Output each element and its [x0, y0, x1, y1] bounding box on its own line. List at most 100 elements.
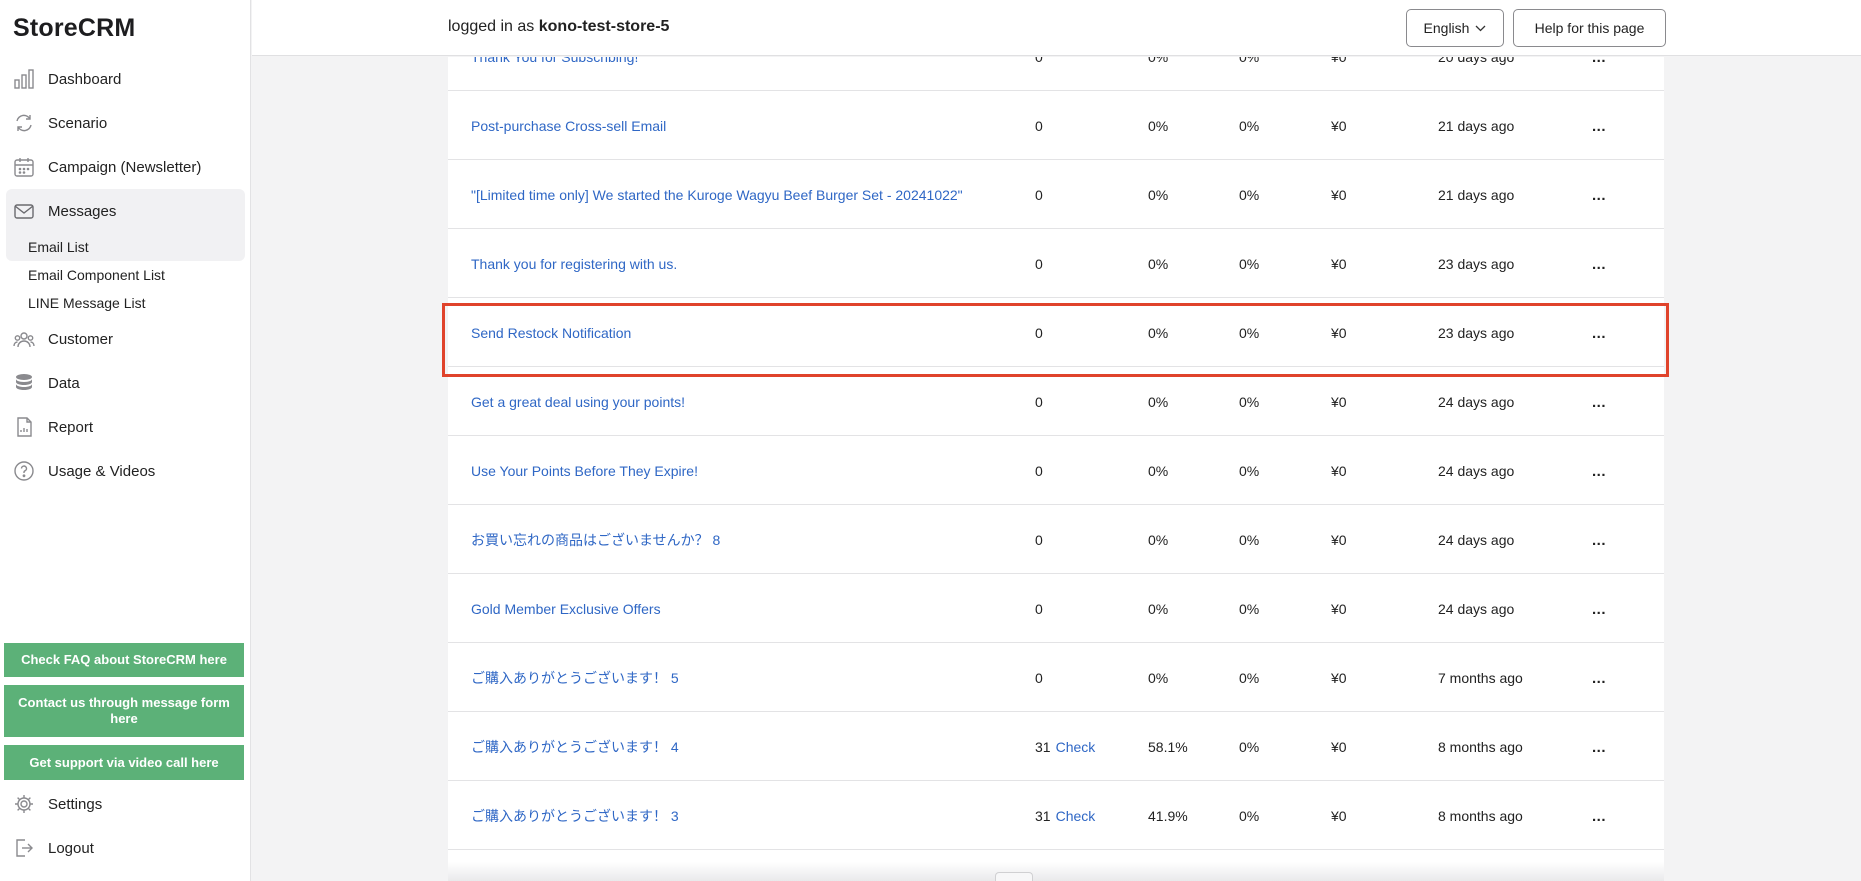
more-actions-button[interactable]: ...: [1592, 57, 1606, 91]
sent-count: 0: [1035, 57, 1043, 65]
logged-in-prefix: logged in as: [448, 18, 535, 35]
more-actions-button[interactable]: ...: [1592, 643, 1606, 712]
more-actions-button[interactable]: ...: [1592, 298, 1606, 367]
sidebar-item-data[interactable]: Data: [0, 361, 251, 405]
email-name-link[interactable]: Gold Member Exclusive Offers: [471, 574, 661, 643]
document-icon: [17, 417, 32, 437]
sidebar-item-settings[interactable]: Settings: [0, 782, 251, 826]
email-name-link[interactable]: ご購入ありがとうございます！ 3: [471, 781, 679, 850]
email-name-link[interactable]: Thank You for Subscribing!: [471, 57, 638, 91]
updated-date: 8 months ago: [1438, 738, 1523, 755]
sidebar-item-label: Usage & Videos: [48, 462, 156, 480]
store-name: kono-test-store-5: [538, 18, 670, 35]
sent-count-cell: 0: [1035, 57, 1043, 91]
table-row[interactable]: Gold Member Exclusive Offers 0 0% 0% ¥0 24 da…: [448, 574, 1664, 643]
table-row[interactable]: Send Restock Notification 0 0% 0% ¥0 23 days …: [448, 298, 1664, 367]
more-actions-button[interactable]: ...: [1592, 436, 1606, 505]
updated-date: 20 days ago: [1438, 57, 1514, 91]
revenue: ¥0: [1331, 117, 1347, 134]
subnav-item-email-component-list[interactable]: Email Component List: [0, 261, 251, 289]
table-row[interactable]: ご購入ありがとうございます！ 5 0 0% 0% ¥0 7 months ago...: [448, 643, 1664, 712]
email-name-link[interactable]: Post-purchase Cross-sell Email: [471, 91, 666, 160]
sent-count-cell: 31 Check: [1035, 712, 1095, 781]
sidebar-item-report[interactable]: Report: [0, 405, 251, 449]
sidebar-settings-container: Settings: [0, 782, 251, 826]
table-row[interactable]: ご購入ありがとうございます！ 3 31 Check 41.9% 0% ¥0 8 months…: [448, 781, 1664, 850]
table-row[interactable]: お買い忘れの商品はございませんか？ 8 0 0% 0% ¥0 24 days ago...: [448, 505, 1664, 574]
email-name-link[interactable]: お買い忘れの商品はございませんか？ 8: [471, 505, 720, 574]
table-row[interactable]: Get a great deal using your points! 0 0% 0%…: [448, 367, 1664, 436]
contact-form-button[interactable]: Contact us through message form here: [4, 685, 244, 737]
video-call-support-button[interactable]: Get support via video call here: [4, 745, 244, 780]
chevron-down-icon: [1475, 25, 1486, 31]
sidebar-item-messages[interactable]: Messages: [6, 189, 245, 233]
more-actions-button[interactable]: ...: [1592, 229, 1606, 298]
more-actions-button[interactable]: ...: [1592, 505, 1606, 574]
open-rate: 0%: [1148, 462, 1169, 479]
sent-count-cell: 0: [1035, 160, 1043, 229]
table-row[interactable]: Thank you for registering with us. 0 0% 0% ¥…: [448, 229, 1664, 298]
table-row[interactable]: Post-purchase Cross-sell Email 0 0% 0% ¥0 21 …: [448, 91, 1664, 160]
sent-count-cell: 0: [1035, 436, 1043, 505]
email-name-link[interactable]: Use Your Points Before They Expire!: [471, 436, 698, 505]
sidebar-item-usage-videos[interactable]: Usage & Videos: [0, 449, 251, 493]
updated-date: 24 days ago: [1438, 462, 1515, 479]
database-icon: [16, 374, 32, 390]
more-actions-button[interactable]: ...: [1592, 574, 1606, 643]
sidebar-item-label: Logout: [48, 839, 94, 857]
more-actions-button[interactable]: ...: [1592, 781, 1606, 850]
revenue: ¥0: [1331, 255, 1347, 272]
messages-subnav: Email List Email Component List LINE Mes…: [0, 233, 251, 317]
sidebar-item-label: Data: [48, 374, 80, 392]
updated-date: 23 days ago: [1438, 324, 1515, 341]
email-name-link[interactable]: Thank you for registering with us.: [471, 229, 677, 298]
sidebar-item-customer[interactable]: Customer: [0, 317, 251, 361]
sidebar-item-label: Dashboard: [48, 70, 122, 88]
email-name-link[interactable]: Get a great deal using your points!: [471, 367, 685, 436]
sent-count: 0: [1035, 600, 1043, 617]
refresh-icon: [16, 114, 32, 132]
subnav-item-email-list[interactable]: Email List: [6, 233, 245, 261]
help-button[interactable]: Help for this page: [1513, 9, 1666, 47]
email-name-link[interactable]: ご購入ありがとうございます！ 5: [471, 643, 679, 712]
sidebar-item-campaign[interactable]: Campaign (Newsletter): [0, 145, 251, 189]
more-actions-button[interactable]: ...: [1592, 160, 1606, 229]
more-actions-button[interactable]: ...: [1592, 712, 1606, 781]
email-name-link[interactable]: "[Limited time only] We started the Kuro…: [471, 160, 963, 229]
sidebar-item-label: Messages: [48, 202, 117, 220]
click-rate: 0%: [1239, 531, 1260, 548]
subnav-item-line-message-list[interactable]: LINE Message List: [0, 289, 251, 317]
sidebar-item-dashboard[interactable]: Dashboard: [0, 57, 251, 101]
more-actions-button[interactable]: ...: [1592, 91, 1606, 160]
table-row[interactable]: ご購入ありがとうございます！ 4 31 Check 58.1% 0% ¥0 8 months…: [448, 712, 1664, 781]
sidebar-item-label: Campaign (Newsletter): [48, 158, 202, 176]
updated-date: 24 days ago: [1438, 393, 1515, 410]
scroll-handle[interactable]: [995, 872, 1033, 881]
mail-icon: [14, 204, 34, 219]
open-rate: 0%: [1148, 186, 1169, 203]
more-actions-button[interactable]: ...: [1592, 367, 1606, 436]
bar-chart-icon: [14, 69, 34, 89]
sidebar-item-label: Settings: [48, 795, 103, 813]
email-name-link[interactable]: Send Restock Notification: [471, 298, 631, 367]
check-link[interactable]: Check: [1056, 808, 1096, 824]
sent-count: 0: [1035, 531, 1043, 548]
click-rate: 0%: [1239, 393, 1260, 410]
table-row[interactable]: "[Limited time only] We started the Kuro…: [448, 160, 1664, 229]
sent-count-cell: 0: [1035, 367, 1043, 436]
open-rate: 0%: [1148, 57, 1168, 91]
language-select[interactable]: English: [1406, 9, 1504, 47]
revenue: ¥0: [1331, 600, 1347, 617]
sidebar-item-scenario[interactable]: Scenario: [0, 101, 251, 145]
sidebar-item-logout[interactable]: Logout: [0, 826, 251, 870]
sidebar-item-label: Report: [48, 418, 94, 436]
email-name-link[interactable]: ご購入ありがとうございます！ 4: [471, 712, 679, 781]
updated-date: 21 days ago: [1438, 117, 1515, 134]
table-row[interactable]: Use Your Points Before They Expire! 0 0% 0%…: [448, 436, 1664, 505]
check-link[interactable]: Check: [1056, 739, 1096, 755]
updated-date: 23 days ago: [1438, 255, 1515, 272]
faq-button[interactable]: Check FAQ about StoreCRM here: [4, 643, 244, 677]
revenue: ¥0: [1331, 531, 1347, 548]
app-logo[interactable]: StoreCRM: [13, 14, 135, 43]
table-row[interactable]: Thank You for Subscribing! 0 0% 0% ¥0 20 days…: [448, 57, 1664, 91]
